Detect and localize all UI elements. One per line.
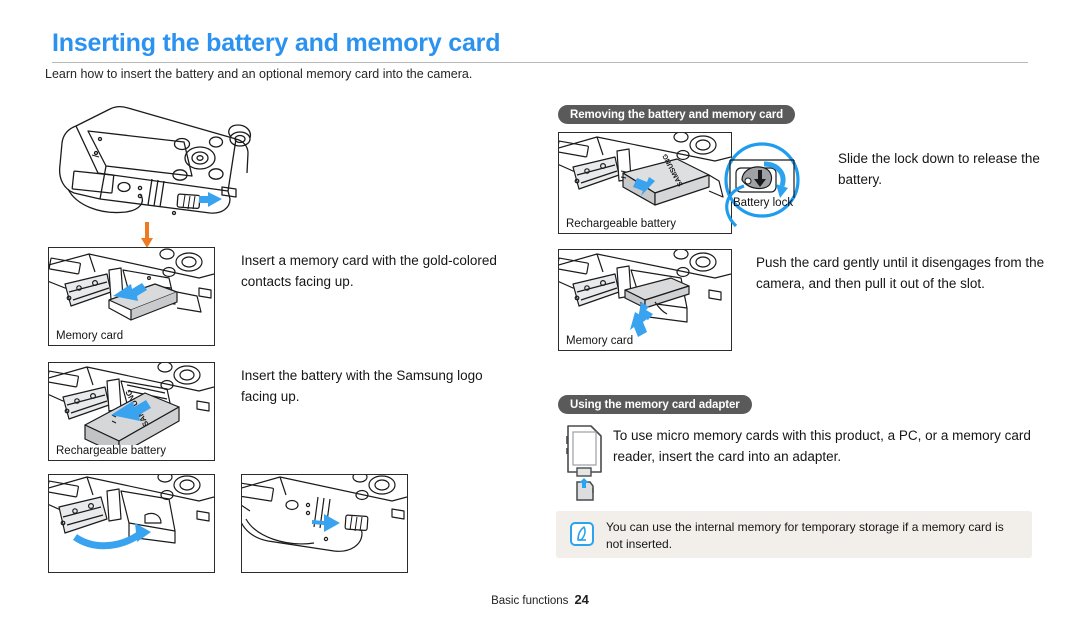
section-pill-adapter: Using the memory card adapter	[558, 395, 752, 414]
figure-remove-memory-card: Memory card	[558, 249, 732, 351]
step-text-push-card: Push the card gently until it disengages…	[756, 255, 1045, 291]
figure-insert-memory-card: Memory card	[48, 247, 215, 346]
step-text-insert-battery: Insert the battery with the Samsung logo…	[241, 368, 483, 404]
camera-body-illustration	[58, 105, 252, 216]
blue-arrow-lock	[199, 192, 222, 207]
page-subtitle: Learn how to insert the battery and an o…	[45, 67, 473, 81]
note-text: You can use the internal memory for temp…	[606, 520, 1004, 551]
title-divider	[52, 62, 1028, 63]
adapter-description: To use micro memory cards with this prod…	[613, 428, 1031, 464]
page-title: Inserting the battery and memory card	[52, 29, 501, 57]
figure-camera-body-open-cover	[40, 95, 340, 225]
section-pill-removing: Removing the battery and memory card	[558, 105, 796, 124]
sd-card-adapter-icon	[563, 422, 609, 502]
orange-down-arrow-icon	[139, 222, 155, 248]
step-text-insert-memory-card: Insert a memory card with the gold-color…	[241, 253, 497, 289]
step-text-slide-lock: Slide the lock down to release the batte…	[838, 151, 1040, 187]
lock-slide-illustration	[242, 475, 407, 552]
figure-camera-lock-slide	[241, 474, 408, 573]
figure-caption: Rechargeable battery	[564, 218, 678, 230]
manual-page: Inserting the battery and memory card Le…	[0, 0, 1080, 630]
figure-camera-cover-closing	[48, 474, 215, 573]
callout-leader-line	[690, 182, 750, 232]
cover-closing-illustration	[49, 475, 214, 550]
footer-page-number: 24	[574, 592, 589, 607]
footer-section: Basic functions	[491, 595, 569, 607]
figure-caption: Rechargeable battery	[54, 445, 168, 457]
figure-insert-battery: SAMSUNG Rechargeable battery	[48, 362, 215, 461]
note-box: You can use the internal memory for temp…	[556, 511, 1032, 558]
blue-arrow-lock-slide	[312, 514, 340, 532]
figure-caption: Memory card	[54, 330, 126, 342]
blue-curved-arrow-close	[72, 530, 144, 550]
figure-caption: Memory card	[564, 335, 636, 347]
blue-arrow-push-card	[630, 302, 653, 337]
page-footer: Basic functions 24	[0, 592, 1080, 607]
note-pen-icon	[570, 522, 594, 546]
